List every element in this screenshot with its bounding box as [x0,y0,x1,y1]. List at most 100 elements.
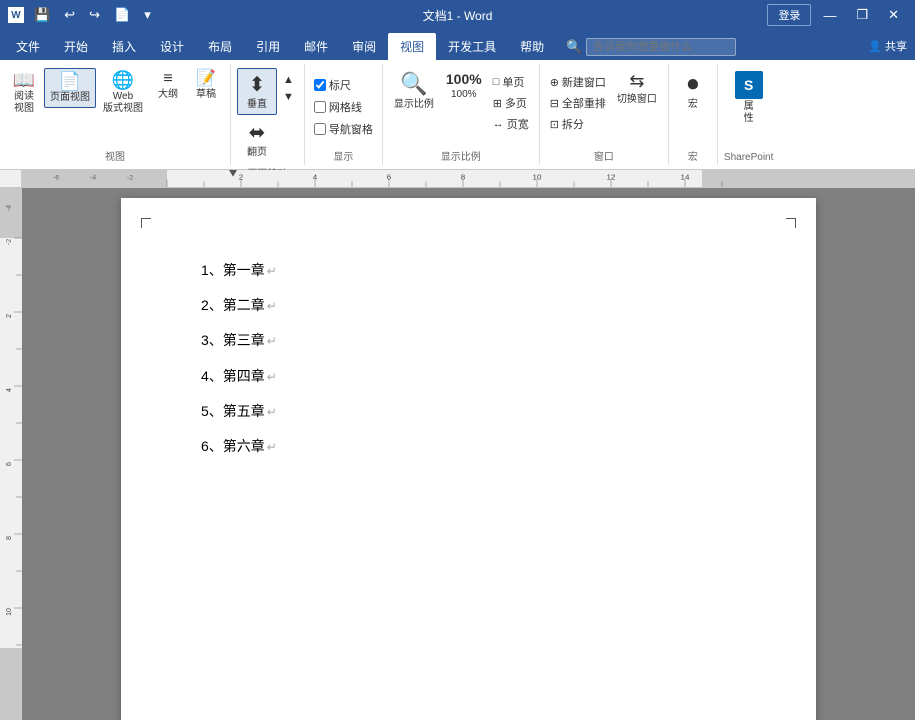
close-button[interactable]: ✕ [880,5,907,25]
page-view-button[interactable]: 📄 页面视图 [44,68,96,108]
macro-button[interactable]: ⏺ 宏 [675,68,711,114]
tab-layout[interactable]: 布局 [196,33,244,60]
svg-text:8: 8 [461,173,465,182]
ruler-checkbox[interactable] [314,79,326,91]
document-area[interactable]: 1、第一章↵ 2、第二章↵ 3、第三章↵ 4、第四章↵ 5、第五章↵ 6、第六章… [22,188,915,720]
one-page-icon: □ [493,76,500,88]
split-icon: ⊡ [550,118,559,131]
group-label-sharepoint: SharePoint [724,149,773,165]
restore-button[interactable]: ❐ [848,5,876,25]
zoom-100-button[interactable]: 100% 100% [441,68,487,104]
gridlines-checkbox-label[interactable]: 网格线 [311,97,365,117]
web-view-button[interactable]: 🌐 Web版式视图 [98,68,148,118]
split-button[interactable]: ⊡ 拆分 [546,114,610,134]
new-window-icon: ⊕ [550,76,559,89]
doc-line-5: 5、第五章↵ [201,399,736,424]
sharepoint-button[interactable]: S 属性 [730,68,768,128]
arrange-icon: ⊟ [550,97,559,110]
page-width-button[interactable]: ↔ 页宽 [489,114,533,134]
read-view-button[interactable]: 📖 阅读视图 [6,68,42,118]
document-content[interactable]: 1、第一章↵ 2、第二章↵ 3、第三章↵ 4、第四章↵ 5、第五章↵ 6、第六章… [201,258,736,459]
svg-text:-6: -6 [53,175,59,182]
page-width-icon: ↔ [493,118,504,130]
svg-text:4: 4 [6,388,13,392]
share-button[interactable]: 👤 共享 [860,36,915,56]
ruler-corner [0,170,22,188]
nav-pane-checkbox[interactable] [314,123,326,135]
svg-text:-4: -4 [90,175,96,182]
tab-file[interactable]: 文件 [4,33,52,60]
ribbon-group-macro: ⏺ 宏 宏 [669,64,718,165]
tab-insert[interactable]: 插入 [100,33,148,60]
ribbon-tabs: 文件 开始 插入 设计 布局 引用 邮件 审阅 视图 开发工具 帮助 🔍 👤 共… [0,30,915,60]
draft-view-button[interactable]: 📝 草稿 [188,68,224,104]
new-window-button[interactable]: ⊕ 新建窗口 [546,72,610,92]
arrange-all-button[interactable]: ⊟ 全部重排 [546,93,610,113]
minimize-button[interactable]: — [815,6,844,25]
tab-review[interactable]: 审阅 [340,33,388,60]
doc-line-3: 3、第三章↵ [201,328,736,353]
save-button[interactable]: 💾 [30,5,54,25]
svg-text:10: 10 [6,608,13,616]
gridlines-checkbox[interactable] [314,101,326,113]
pilcrow-6: ↵ [267,437,277,459]
read-view-icon: 📖 [13,71,35,89]
horizontal-ruler: 2 4 6 8 10 12 14 -2 -4 -6 [22,170,915,188]
redo-button[interactable]: ↪ [85,5,104,25]
line-5-text: 5、第五章 [201,399,265,424]
group-label-window: 窗口 [546,145,662,165]
switch-window-button[interactable]: ⇆ 切换窗口 [612,68,662,109]
ribbon-search-input[interactable] [586,38,736,56]
login-button[interactable]: 登录 [767,4,811,26]
undo-button[interactable]: ↩ [60,5,79,25]
doc-line-1: 1、第一章↵ [201,258,736,283]
svg-text:-4: -4 [6,205,13,211]
line-4-text: 4、第四章 [201,364,265,389]
page-corner-tl [141,218,151,228]
svg-text:2: 2 [6,314,13,318]
group-label-zoom: 显示比例 [389,145,533,165]
new-doc-button[interactable]: 📄 [110,5,134,25]
next-page-button[interactable]: ▼ [279,89,298,105]
line-2-text: 2、第二章 [201,293,265,318]
title-bar-right: 登录 — ❐ ✕ [767,4,907,26]
draft-icon: 📝 [196,71,216,87]
horizontal-button[interactable]: ⬌ 翻页 [237,117,277,162]
multi-page-icon: ⊞ [493,97,502,110]
multi-page-button[interactable]: ⊞ 多页 [489,93,533,113]
nav-pane-checkbox-label[interactable]: 导航窗格 [311,119,376,139]
tab-references[interactable]: 引用 [244,33,292,60]
zoom-button[interactable]: 🔍 显示比例 [389,68,439,114]
ribbon-group-sharepoint: S 属性 SharePoint [718,64,779,165]
outline-view-button[interactable]: ≡ 大纲 [150,68,186,104]
tab-home[interactable]: 开始 [52,33,100,60]
pilcrow-1: ↵ [267,261,277,283]
one-page-button[interactable]: □ 单页 [489,72,533,92]
horizontal-icon: ⬌ [249,120,266,145]
prev-page-button[interactable]: ▲ [279,72,298,88]
tab-help[interactable]: 帮助 [508,33,556,60]
title-bar: W 💾 ↩ ↪ 📄 ▾ 文档1 - Word 登录 — ❐ ✕ [0,0,915,30]
switch-window-icon: ⇆ [629,71,644,92]
tab-mailings[interactable]: 邮件 [292,33,340,60]
main-area: 2 4 6 8 10 -2 -4 1、第一章↵ 2、第二章↵ [0,188,915,720]
doc-line-2: 2、第二章↵ [201,293,736,318]
ruler-container: 2 4 6 8 10 12 14 -2 -4 -6 [0,170,915,188]
line-3-text: 3、第三章 [201,328,265,353]
page-corner-tr [786,218,796,228]
vertical-button[interactable]: ⬍ 垂直 [237,68,277,115]
pilcrow-3: ↵ [267,331,277,353]
vertical-ruler: 2 4 6 8 10 -2 -4 [0,188,22,720]
ribbon-group-view: 📖 阅读视图 📄 页面视图 🌐 Web版式视图 ≡ 大纲 📝 草稿 视图 [0,64,231,165]
sharepoint-icon: S [735,71,763,99]
svg-text:-2: -2 [127,175,133,182]
app-icon: W [8,7,24,23]
tab-view[interactable]: 视图 [388,33,436,60]
qat-dropdown-button[interactable]: ▾ [140,5,155,25]
pilcrow-5: ↵ [267,402,277,424]
vertical-icon: ⬍ [249,72,266,97]
ruler-checkbox-label[interactable]: 标尺 [311,75,354,95]
tab-developer[interactable]: 开发工具 [436,33,508,60]
tab-design[interactable]: 设计 [148,33,196,60]
svg-text:2: 2 [239,173,243,182]
